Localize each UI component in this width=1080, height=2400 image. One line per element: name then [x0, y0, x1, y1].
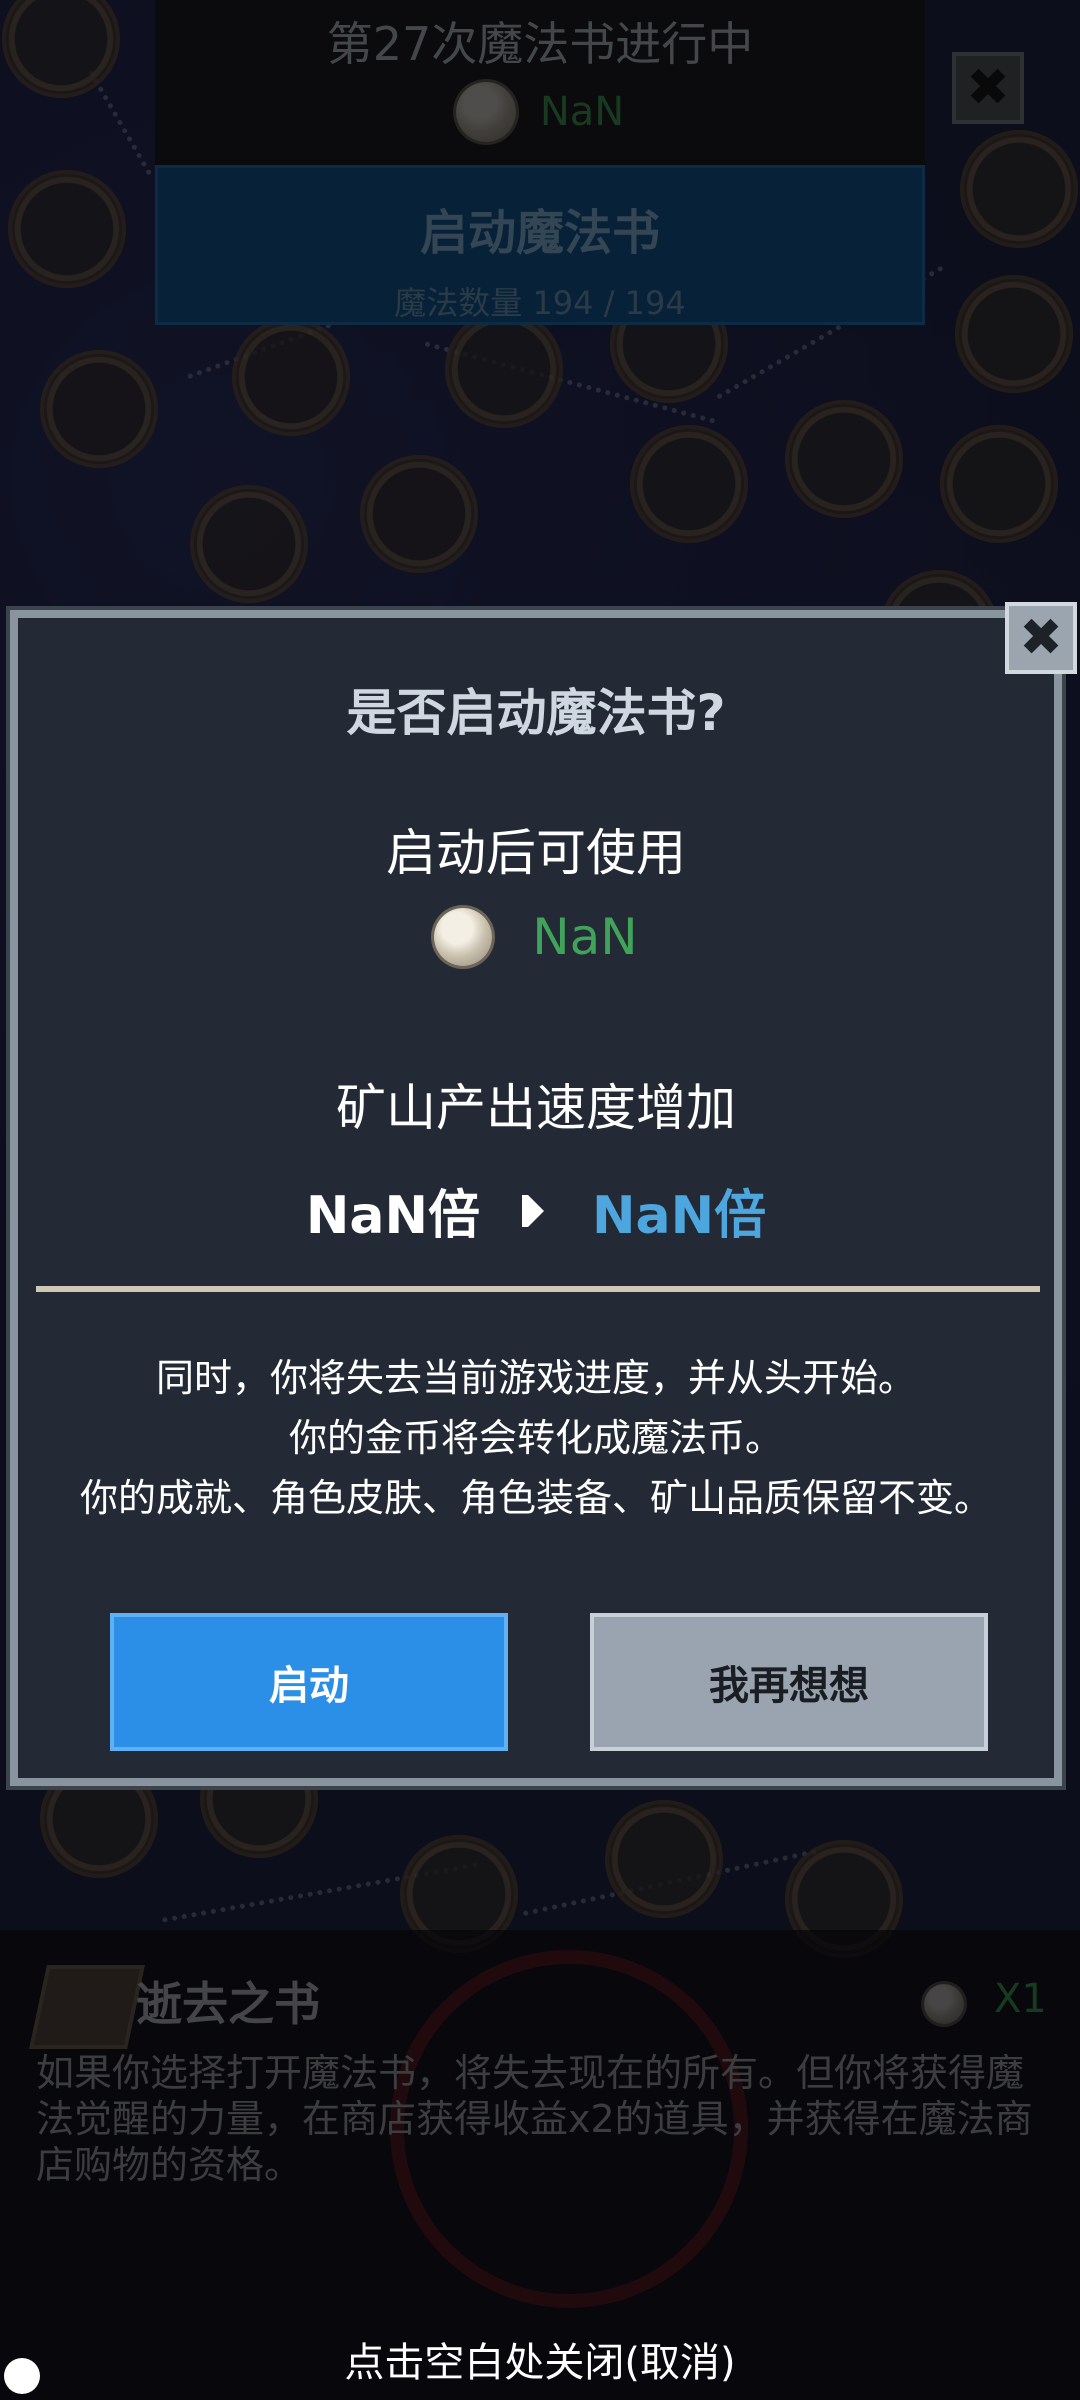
cancel-button[interactable]: 我再想想 [590, 1613, 988, 1751]
confirm-start-button[interactable]: 启动 [110, 1613, 508, 1751]
usable-after-start-label: 启动后可使用 [386, 824, 686, 882]
arrow-right-icon [522, 1194, 544, 1227]
floating-dot-icon[interactable] [4, 2358, 40, 2394]
warning-line: 你的成就、角色皮肤、角色装备、矿山品质保留不变。 [79, 1476, 992, 1520]
divider [36, 1286, 1040, 1292]
mine-speed-label: 矿山产出速度增加 [336, 1079, 736, 1137]
dialog-title: 是否启动魔法书? [346, 684, 726, 742]
rate-change-row: NaN倍 NaN倍 [18, 1173, 1054, 1248]
magic-coin-row: NaN [18, 908, 1054, 966]
dialog-close-icon[interactable]: ✖ [1005, 602, 1077, 674]
magic-coin-icon [434, 908, 493, 966]
tap-to-close-hint[interactable]: 点击空白处关闭(取消) [0, 2330, 1080, 2388]
magic-coin-value: NaN [532, 908, 638, 966]
warning-text: 同时，你将失去当前游戏进度，并从头开始。 你的金币将会转化成魔法币。 你的成就、… [18, 1348, 1054, 1528]
current-rate: NaN倍 [305, 1186, 480, 1246]
confirm-dialog: 是否启动魔法书? 启动后可使用 NaN 矿山产出速度增加 NaN倍 NaN倍 同… [10, 610, 1062, 1786]
warning-line: 你的金币将会转化成魔法币。 [288, 1416, 783, 1460]
new-rate: NaN倍 [592, 1186, 767, 1246]
warning-line: 同时，你将失去当前游戏进度，并从头开始。 [155, 1356, 916, 1400]
